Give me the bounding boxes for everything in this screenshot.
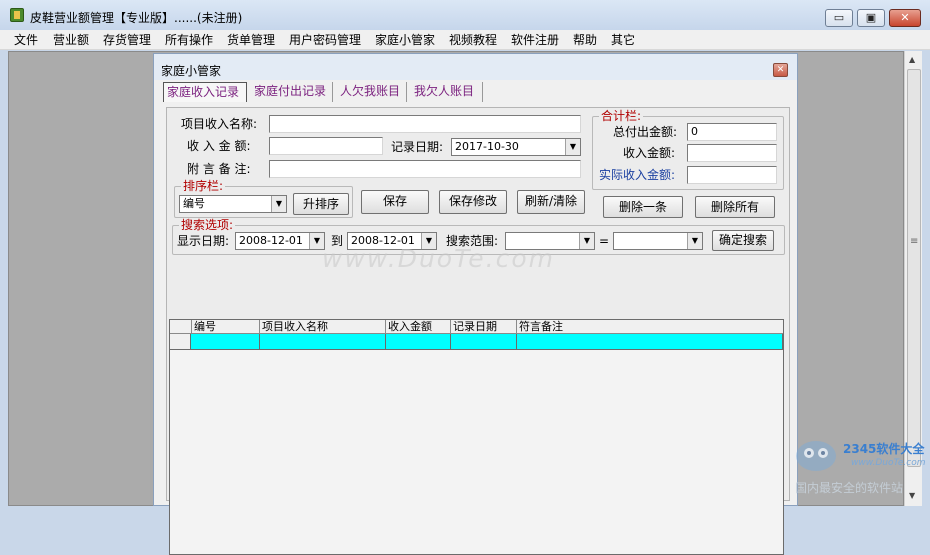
income-data-grid[interactable]: 编号 项目收入名称 收入金额 记录日期 符言备注 bbox=[169, 319, 784, 555]
watermark-site-name: 2345软件大全 bbox=[843, 442, 925, 456]
menu-user-password[interactable]: 用户密码管理 bbox=[289, 32, 361, 48]
chevron-down-icon[interactable]: ▼ bbox=[565, 139, 580, 155]
income-amount-label: 收入金额: bbox=[623, 146, 676, 160]
menu-bar: 文件 营业额 存货管理 所有操作 货单管理 用户密码管理 家庭小管家 视频教程 … bbox=[0, 30, 930, 50]
search-value-select[interactable]: ▼ bbox=[613, 232, 703, 250]
ascending-sort-button[interactable]: 升排序 bbox=[293, 193, 349, 215]
tab-income-records[interactable]: 家庭收入记录 bbox=[163, 82, 247, 102]
note-label: 附 言 备 注: bbox=[187, 162, 251, 176]
home-manager-window: 家庭小管家 ✕ 家庭收入记录 家庭付出记录 人欠我账目 我欠人账目 项目收入名称… bbox=[153, 53, 798, 555]
scroll-thumb[interactable] bbox=[907, 69, 921, 467]
chevron-down-icon[interactable]: ▼ bbox=[271, 196, 286, 212]
sort-field-value: 编号 bbox=[183, 197, 205, 210]
chevron-down-icon[interactable]: ▼ bbox=[579, 233, 594, 249]
scroll-up-icon[interactable]: ▲ bbox=[909, 55, 915, 64]
record-date-value: 2017-10-30 bbox=[455, 140, 519, 153]
refresh-clear-button[interactable]: 刷新/清除 bbox=[517, 190, 585, 214]
search-legend: 搜索选项: bbox=[179, 218, 236, 232]
menu-other[interactable]: 其它 bbox=[611, 32, 635, 48]
watermark-site-url: www.DuoTe.com bbox=[851, 458, 926, 468]
sort-field-select[interactable]: 编号 ▼ bbox=[179, 195, 287, 213]
watermark-slogan: 国内最安全的软件站 bbox=[795, 481, 904, 495]
child-window-title: 家庭小管家 bbox=[161, 64, 222, 78]
maximize-button[interactable]: ▣ bbox=[857, 9, 885, 27]
show-date-label: 显示日期: bbox=[177, 234, 230, 248]
totals-group: 合计栏: 总付出金额: 0 收入金额: 实际收入金额: bbox=[592, 109, 784, 190]
menu-orders[interactable]: 货单管理 bbox=[227, 32, 275, 48]
app-icon bbox=[10, 8, 24, 22]
income-panel: 项目收入名称: 收 入 金 额: 记录日期: 2017-10-30 ▼ 附 言 … bbox=[166, 107, 790, 555]
menu-register[interactable]: 软件注册 bbox=[511, 32, 559, 48]
window-title: 皮鞋营业额管理【专业版】......(未注册) bbox=[30, 11, 243, 25]
delete-all-button[interactable]: 删除所有 bbox=[695, 196, 775, 218]
date-from-picker[interactable]: 2008-12-01 ▼ bbox=[235, 232, 325, 250]
save-modify-button[interactable]: 保存修改 bbox=[439, 190, 507, 214]
cell-id[interactable] bbox=[191, 334, 260, 350]
cell-note[interactable] bbox=[517, 334, 783, 350]
actual-income-input[interactable] bbox=[687, 166, 777, 184]
tab-i-owe[interactable]: 我欠人账目 bbox=[411, 82, 483, 102]
menu-all-operations[interactable]: 所有操作 bbox=[165, 32, 213, 48]
amount-label: 收 入 金 额: bbox=[187, 139, 251, 153]
menu-file[interactable]: 文件 bbox=[14, 32, 38, 48]
total-pay-label: 总付出金额: bbox=[613, 125, 678, 139]
watermark-logo-icon bbox=[796, 441, 836, 471]
grid-header: 编号 项目收入名称 收入金额 记录日期 符言备注 bbox=[170, 320, 783, 334]
watermark-text: www.DuoTe.com bbox=[322, 244, 555, 273]
column-header-date[interactable]: 记录日期 bbox=[451, 320, 517, 334]
menu-help[interactable]: 帮助 bbox=[573, 32, 597, 48]
date-from-value: 2008-12-01 bbox=[239, 234, 303, 247]
column-header-note[interactable]: 符言备注 bbox=[517, 320, 783, 334]
child-title-bar: 家庭小管家 ✕ bbox=[154, 54, 797, 80]
menu-home-manager[interactable]: 家庭小管家 bbox=[375, 32, 435, 48]
menu-revenue[interactable]: 营业额 bbox=[53, 32, 89, 48]
chevron-down-icon[interactable]: ▼ bbox=[687, 233, 702, 249]
totals-legend: 合计栏: bbox=[599, 109, 644, 123]
title-bar: 皮鞋营业额管理【专业版】......(未注册) ▭ ▣ ✕ bbox=[0, 0, 930, 30]
column-header-item-name[interactable]: 项目收入名称 bbox=[260, 320, 386, 334]
row-header[interactable] bbox=[170, 334, 191, 350]
column-header-id[interactable]: 编号 bbox=[192, 320, 260, 334]
workspace-scrollbar[interactable]: ▲ ≡ ▼ bbox=[904, 51, 922, 506]
amount-input[interactable] bbox=[269, 137, 383, 155]
child-close-button[interactable]: ✕ bbox=[773, 63, 788, 77]
record-date-label: 记录日期: bbox=[391, 140, 444, 154]
minimize-button[interactable]: ▭ bbox=[825, 9, 853, 27]
save-button[interactable]: 保存 bbox=[361, 190, 429, 214]
actual-income-label: 实际收入金额: bbox=[599, 168, 676, 182]
grid-body: 编号 项目收入名称 收入金额 记录日期 符言备注 bbox=[170, 320, 783, 554]
total-pay-input[interactable]: 0 bbox=[687, 123, 777, 141]
delete-one-button[interactable]: 删除一条 bbox=[603, 196, 683, 218]
cell-date[interactable] bbox=[451, 334, 517, 350]
sort-group: 排序栏: 编号 ▼ 升排序 bbox=[174, 179, 353, 218]
sort-legend: 排序栏: bbox=[181, 179, 226, 193]
note-input[interactable] bbox=[269, 160, 581, 178]
table-row[interactable] bbox=[170, 334, 783, 350]
confirm-search-button[interactable]: 确定搜索 bbox=[712, 230, 774, 251]
close-button[interactable]: ✕ bbox=[889, 9, 921, 27]
item-name-input[interactable] bbox=[269, 115, 581, 133]
cell-amount[interactable] bbox=[386, 334, 451, 350]
tab-expense-records[interactable]: 家庭付出记录 bbox=[251, 82, 333, 102]
scroll-down-icon[interactable]: ▼ bbox=[909, 491, 915, 500]
scroll-grip-icon: ≡ bbox=[910, 236, 919, 247]
grid-corner bbox=[170, 320, 192, 334]
item-name-label: 项目收入名称: bbox=[181, 117, 258, 131]
menu-video-tutorial[interactable]: 视频教程 bbox=[449, 32, 497, 48]
column-header-amount[interactable]: 收入金额 bbox=[386, 320, 451, 334]
menu-inventory[interactable]: 存货管理 bbox=[103, 32, 151, 48]
tab-owed-to-me[interactable]: 人欠我账目 bbox=[337, 82, 407, 102]
cell-item-name[interactable] bbox=[260, 334, 386, 350]
income-amount-input[interactable] bbox=[687, 144, 777, 162]
equals-label: = bbox=[599, 234, 610, 248]
record-date-picker[interactable]: 2017-10-30 ▼ bbox=[451, 138, 581, 156]
